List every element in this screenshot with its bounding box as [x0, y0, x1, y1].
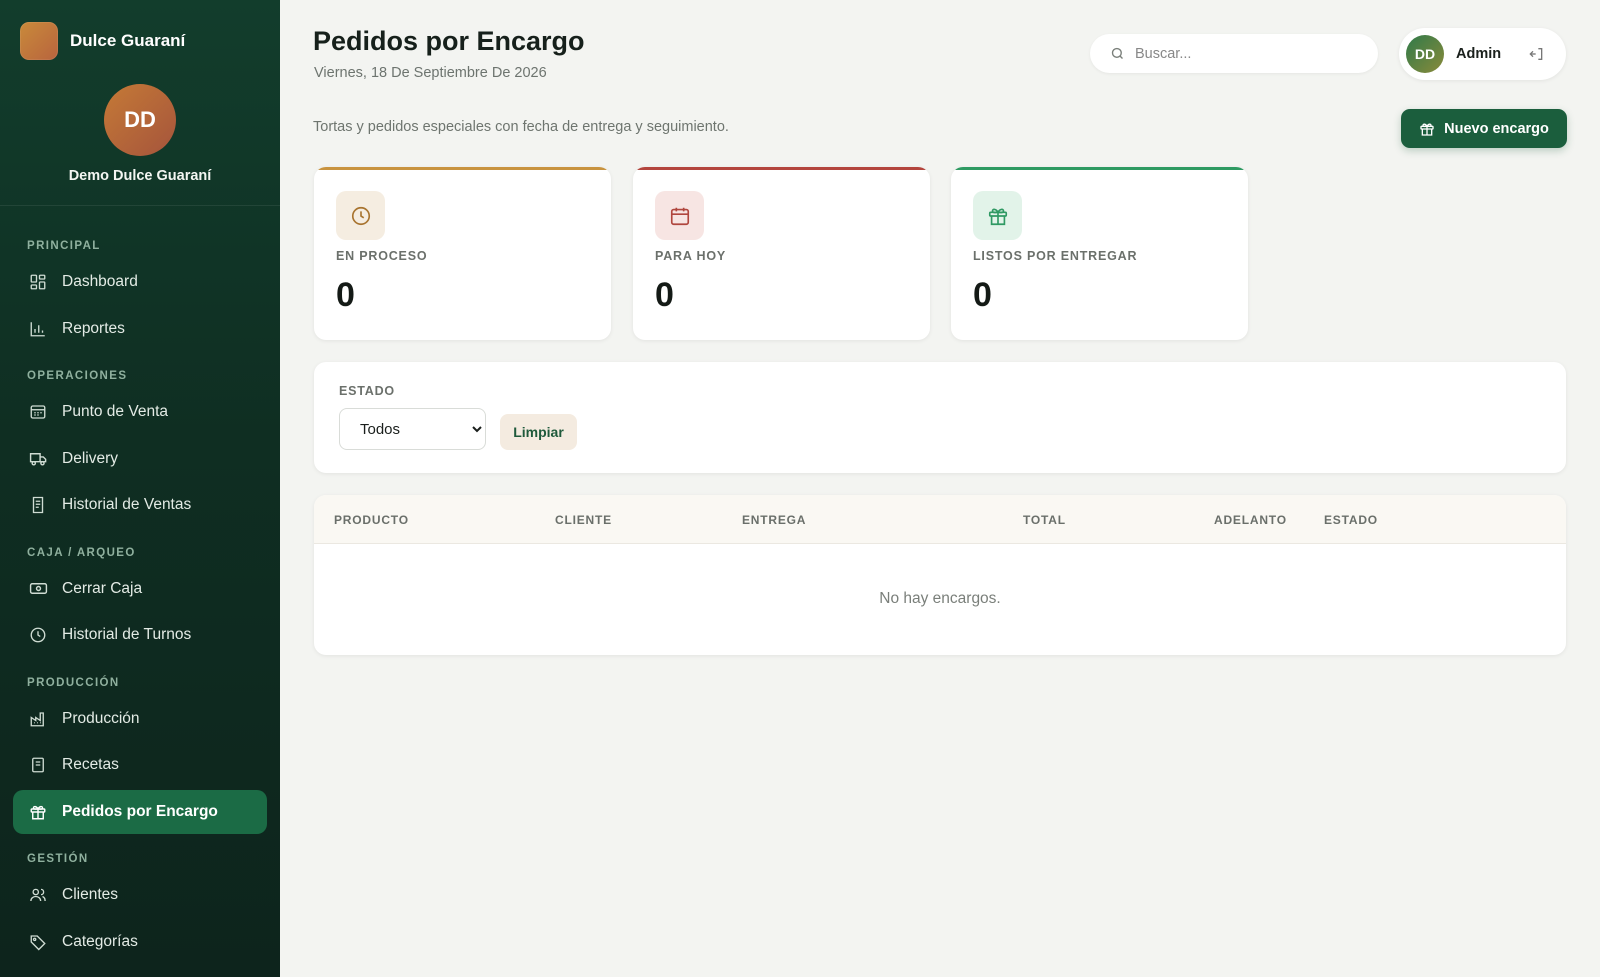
sidebar-item-cerrar-caja[interactable]: Cerrar Caja: [13, 567, 267, 611]
clear-filter-button[interactable]: Limpiar: [500, 414, 577, 450]
sidebar-item-historial-de-ventas[interactable]: Historial de Ventas: [13, 483, 267, 527]
stat-value: 0: [336, 276, 355, 314]
nav-section-title: PRODUCCIÓN: [27, 676, 120, 689]
main-content: Pedidos por Encargo Viernes, 18 De Septi…: [280, 0, 1600, 977]
filter-panel: ESTADO Todos Limpiar: [314, 362, 1566, 473]
profile: DD Demo Dulce Guaraní: [0, 84, 280, 184]
brand-logo: [20, 22, 58, 60]
nav-section-title: OPERACIONES: [27, 370, 128, 382]
table-header: PRODUCTO CLIENTE ENTREGA TOTAL ADELANTO …: [314, 495, 1566, 544]
stat-value: 0: [973, 276, 992, 314]
sidebar-item-clientes[interactable]: Clientes: [13, 873, 267, 917]
tag-icon: [28, 932, 48, 952]
user-name: Admin: [1456, 46, 1502, 62]
cash-icon: [28, 579, 48, 599]
sidebar-item-label: Pedidos por Encargo: [62, 802, 218, 820]
orders-table: PRODUCTO CLIENTE ENTREGA TOTAL ADELANTO …: [314, 495, 1566, 655]
sidebar-item-delivery[interactable]: Delivery: [13, 437, 267, 481]
receipt-icon: [28, 495, 48, 515]
sidebar-item-produccion[interactable]: Producción: [13, 697, 267, 741]
sidebar-item-label: Historial de Turnos: [62, 626, 192, 643]
sidebar-item-recetas[interactable]: Recetas: [13, 743, 267, 787]
new-order-button[interactable]: Nuevo encargo: [1401, 109, 1567, 148]
sidebar-nav: PRINCIPAL Dashboard Reportes OPERACIONES…: [0, 232, 280, 966]
sidebar-item-label: Clientes: [62, 886, 118, 903]
sidebar-item-label: Reportes: [62, 319, 125, 337]
sidebar-item-label: Punto de Venta: [62, 403, 169, 420]
page-title: Pedidos por Encargo: [313, 26, 585, 56]
dashboard-icon: [28, 272, 48, 292]
stat-label: PARA HOY: [655, 249, 726, 263]
nav-section-title: PRINCIPAL: [27, 240, 101, 252]
bar-chart-icon: [28, 319, 48, 339]
stat-accent-bar: [633, 167, 930, 170]
sidebar-item-punto-de-venta[interactable]: Punto de Venta: [13, 390, 267, 434]
sidebar-item-label: Dashboard: [62, 273, 138, 290]
logout-icon[interactable]: [1529, 46, 1545, 62]
search-box[interactable]: [1090, 34, 1378, 73]
search-icon: [1110, 46, 1125, 61]
stat-card-listos-por-entregar: LISTOS POR ENTREGAR 0: [951, 167, 1248, 340]
calendar-icon: [655, 191, 704, 240]
status-filter-label: ESTADO: [339, 384, 395, 398]
sidebar-item-label: Recetas: [62, 756, 119, 773]
stat-label: LISTOS POR ENTREGAR: [973, 249, 1138, 263]
clock-icon: [28, 625, 48, 645]
gift-icon: [973, 191, 1022, 240]
sidebar-item-label: Cerrar Caja: [62, 579, 143, 597]
user-menu[interactable]: DD Admin: [1399, 28, 1566, 80]
factory-icon: [28, 709, 48, 729]
column-header-total[interactable]: TOTAL: [1023, 513, 1066, 527]
status-filter-select[interactable]: Todos: [339, 408, 486, 450]
column-header-estado[interactable]: ESTADO: [1324, 513, 1378, 527]
nav-section-title: GESTIÓN: [27, 853, 89, 865]
sidebar-item-reportes[interactable]: Reportes: [13, 307, 267, 351]
users-icon: [28, 885, 48, 905]
page-date: Viernes, 18 De Septiembre De 2026: [314, 65, 547, 81]
brand[interactable]: Dulce Guaraní: [20, 22, 185, 60]
gift-icon: [28, 802, 48, 822]
avatar: DD: [1406, 35, 1444, 73]
sidebar-item-categorias[interactable]: Categorías: [13, 920, 267, 964]
sidebar-divider: [0, 205, 280, 206]
stat-card-en-proceso: EN PROCESO 0: [314, 167, 611, 340]
register-icon: [28, 402, 48, 422]
new-order-label: Nuevo encargo: [1444, 120, 1549, 137]
stat-label: EN PROCESO: [336, 249, 428, 263]
empty-state-message: No hay encargos.: [879, 590, 1001, 607]
page-subtitle: Tortas y pedidos especiales con fecha de…: [313, 119, 729, 135]
avatar: DD: [104, 84, 176, 156]
clock-icon: [336, 191, 385, 240]
column-header-adelanto[interactable]: ADELANTO: [1214, 513, 1287, 527]
sidebar-item-label: Historial de Ventas: [62, 496, 192, 513]
search-input[interactable]: [1135, 45, 1355, 62]
sidebar-item-label: Producción: [62, 709, 140, 727]
stat-card-para-hoy: PARA HOY 0: [633, 167, 930, 340]
stat-accent-bar: [951, 167, 1248, 170]
sidebar-item-label: Categorías: [62, 932, 138, 950]
nav-section-title: CAJA / ARQUEO: [27, 546, 136, 559]
column-header-entrega[interactable]: ENTREGA: [742, 513, 806, 527]
brand-name: Dulce Guaraní: [70, 31, 186, 50]
truck-icon: [28, 449, 48, 469]
profile-name: Demo Dulce Guaraní: [68, 168, 212, 184]
column-header-producto[interactable]: PRODUCTO: [334, 513, 409, 527]
sidebar-item-dashboard[interactable]: Dashboard: [13, 260, 267, 304]
recipe-book-icon: [28, 755, 48, 775]
sidebar-item-historial-de-turnos[interactable]: Historial de Turnos: [13, 613, 267, 657]
stat-accent-bar: [314, 167, 611, 170]
column-header-cliente[interactable]: CLIENTE: [555, 513, 612, 527]
sidebar-item-pedidos-por-encargo[interactable]: Pedidos por Encargo: [13, 789, 267, 834]
gift-icon: [1419, 121, 1435, 137]
sidebar: Dulce Guaraní DD Demo Dulce Guaraní PRIN…: [0, 0, 280, 977]
sidebar-item-label: Delivery: [62, 449, 118, 467]
stat-value: 0: [655, 276, 674, 314]
